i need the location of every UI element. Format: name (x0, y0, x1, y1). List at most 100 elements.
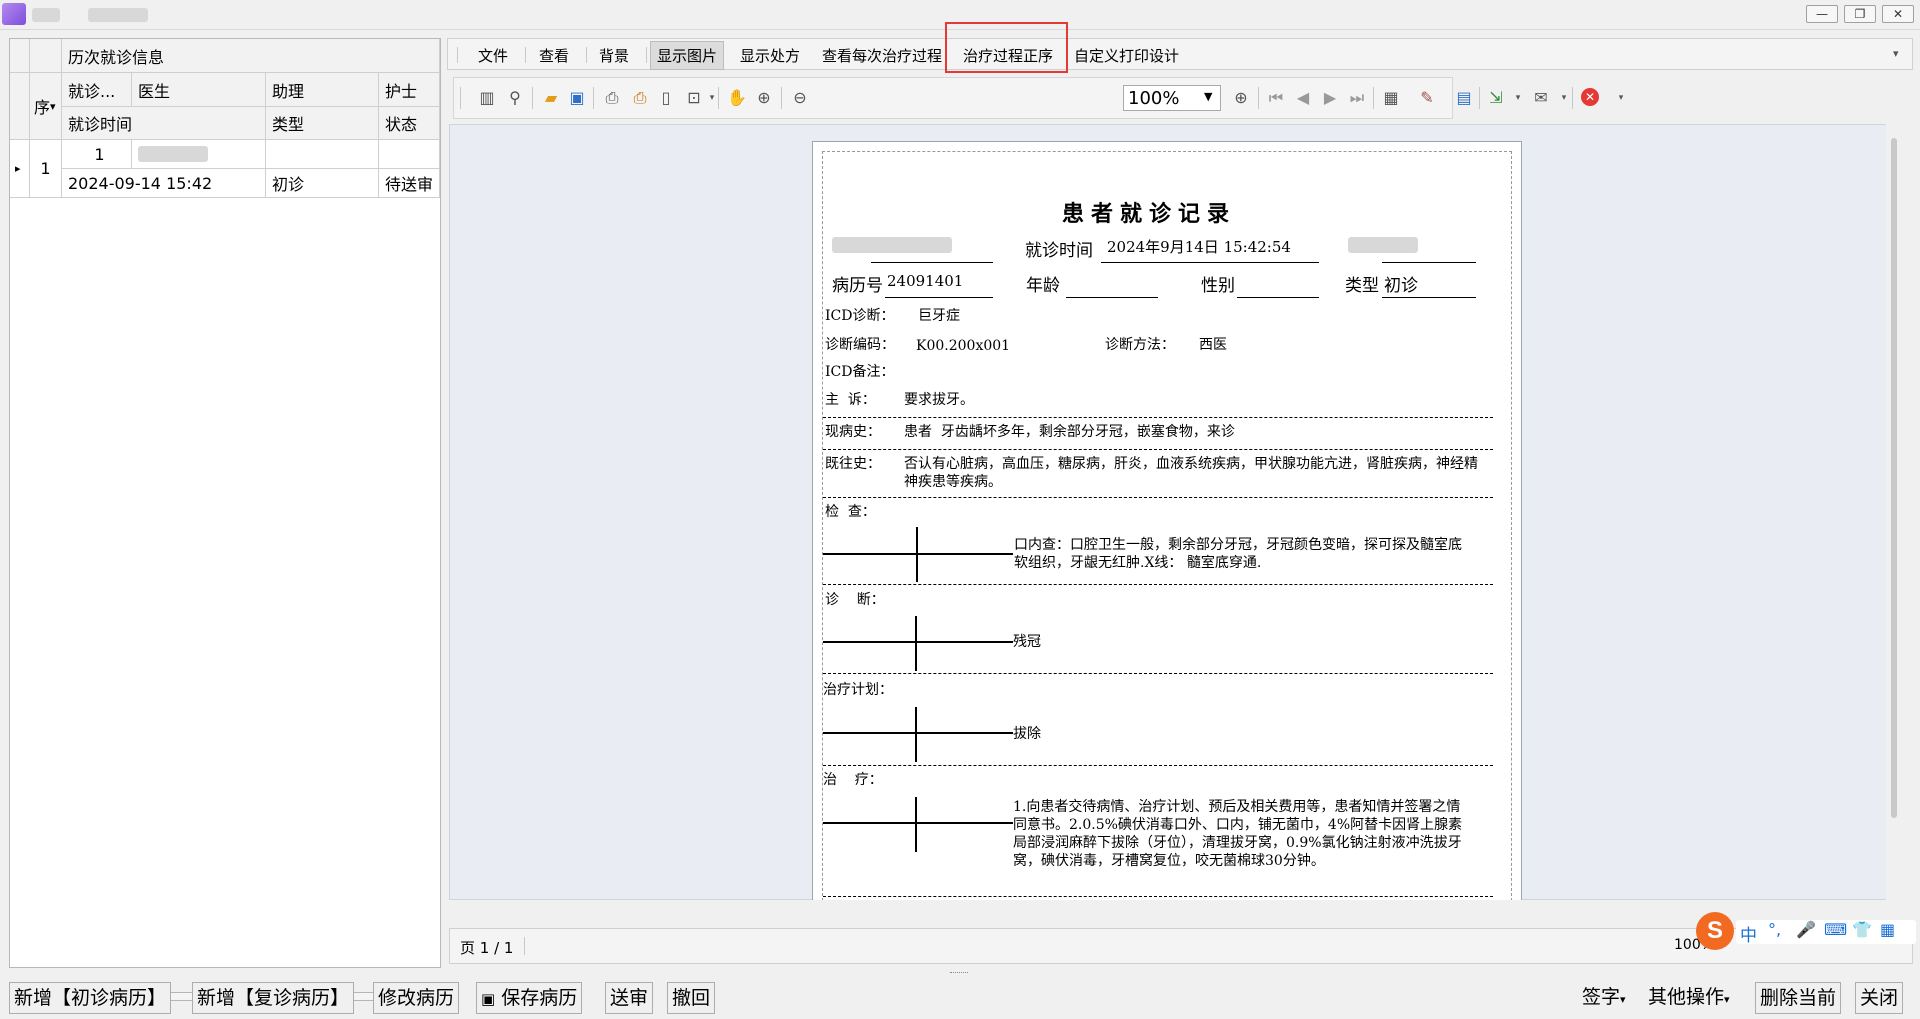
present-illness-value: 患者 牙齿龋坏多年，剩余部分牙冠，嵌塞食物，来诊 (904, 424, 1235, 440)
edit-record-button[interactable]: 修改病历 (373, 982, 460, 1014)
seq-header[interactable]: 序 ▾ (30, 73, 62, 140)
save-record-label: 保存病历 (501, 987, 578, 1009)
multi-page-icon[interactable]: ▦ (1381, 88, 1401, 108)
sign-menu-button[interactable]: 签字▾ (1578, 982, 1630, 1014)
row-type[interactable]: 初诊 (266, 169, 379, 198)
zoom-out-icon[interactable]: ⊖ (790, 88, 810, 108)
preview-vertical-scrollbar[interactable] (1886, 124, 1902, 900)
row-assistant[interactable] (266, 140, 379, 169)
close-button[interactable]: 关闭 (1855, 982, 1904, 1014)
menu-show-prescription[interactable]: 显示处方 (740, 45, 800, 66)
minimize-button[interactable]: — (1806, 5, 1838, 23)
next-page-icon[interactable]: ▶ (1320, 88, 1340, 108)
first-page-icon[interactable]: ⏮ (1266, 88, 1286, 108)
save-icon[interactable]: ▣ (567, 88, 587, 108)
save-icon: ▣ (481, 990, 496, 1008)
preview-horizontal-scrollbar[interactable] (449, 900, 1889, 918)
menu-view[interactable]: 查看 (539, 45, 569, 66)
menu-view-each-treatment[interactable]: 查看每次治疗过程 (822, 45, 942, 66)
ime-logo-icon[interactable]: S (1696, 912, 1734, 950)
col-visit-time[interactable]: 就诊时间 (62, 107, 266, 140)
open-icon[interactable]: ▰ (541, 88, 561, 108)
row-nurse[interactable] (379, 140, 440, 169)
dropdown-icon[interactable]: ▾ (1508, 88, 1528, 108)
diag-method-value: 西医 (1199, 337, 1227, 353)
punctuation-icon[interactable]: °, (1768, 920, 1781, 939)
redacted-field (1348, 237, 1418, 253)
dropdown-icon[interactable]: ▾ (1554, 88, 1574, 108)
keyboard-icon[interactable]: ⌨ (1824, 920, 1847, 939)
row-status[interactable]: 待送审 (379, 169, 440, 198)
tooth-chart-cross (823, 641, 1013, 643)
scroll-thumb[interactable] (1891, 138, 1897, 818)
magnifier-icon[interactable]: ⊕ (754, 88, 774, 108)
toolbar-separator (1479, 87, 1480, 109)
new-return-visit-button[interactable]: 新增【复诊病历】 (192, 982, 355, 1014)
col-doctor[interactable]: 医生 (132, 73, 266, 107)
row-visit-no[interactable]: 1 (62, 140, 132, 169)
export-icon[interactable]: ⇲ (1486, 88, 1506, 108)
layout-icon[interactable]: ▥ (477, 88, 497, 108)
hand-icon[interactable]: ✋ (727, 88, 747, 108)
close-preview-icon[interactable]: ✕ (1581, 88, 1599, 106)
watermark-icon[interactable]: ▤ (1454, 88, 1474, 108)
submit-review-button[interactable]: 送审 (605, 982, 654, 1014)
diagnosis-label: 诊 断： (825, 592, 885, 608)
find-icon[interactable]: ⚲ (505, 88, 525, 108)
close-window-button[interactable]: ✕ (1882, 5, 1914, 23)
col-assistant[interactable]: 助理 (266, 73, 379, 107)
record-no-value: 24091401 (887, 272, 964, 290)
microphone-icon[interactable]: 🎤 (1796, 920, 1816, 939)
other-actions-button[interactable]: 其他操作▾ (1644, 982, 1734, 1014)
row-seq[interactable]: 1 (30, 140, 62, 198)
skin-icon[interactable]: 👕 (1852, 920, 1872, 939)
prev-page-icon[interactable]: ◀ (1293, 88, 1313, 108)
row-visit-time[interactable]: 2024-09-14 15:42 (62, 169, 266, 198)
diag-method-label: 诊断方法： (1105, 337, 1175, 353)
grid-menu-icon[interactable]: ▦ (1880, 920, 1895, 939)
last-page-icon[interactable]: ⏭ (1347, 88, 1367, 108)
col-visit-no[interactable]: 就诊... (62, 73, 132, 107)
zoom-combobox[interactable]: 100% ▼ (1123, 85, 1221, 111)
splitter-handle[interactable] (0, 970, 1920, 976)
row-indicator-icon[interactable]: ▸ (10, 140, 30, 198)
highlight-box (945, 22, 1068, 73)
ime-toolbar[interactable]: S 中 °, 🎤 ⌨ 👕 ▦ (1696, 912, 1918, 952)
tooth-chart-cross (823, 553, 1013, 555)
save-record-button[interactable]: ▣ 保存病历 (476, 982, 583, 1014)
print-icon[interactable]: ⎙ (602, 88, 622, 108)
color-icon[interactable]: ✎ (1417, 88, 1437, 108)
quick-print-icon[interactable]: ⎙ (630, 88, 650, 108)
email-icon[interactable]: ✉ (1531, 88, 1551, 108)
complaint-value: 要求拔牙。 (904, 392, 974, 408)
delete-current-button[interactable]: 删除当前 (1755, 982, 1842, 1014)
chevron-down-icon[interactable]: ▼ (1204, 90, 1212, 103)
row-doctor[interactable] (132, 140, 266, 169)
menu-overflow-icon[interactable]: ▾ (1893, 47, 1899, 60)
restore-button[interactable]: ❐ (1844, 5, 1876, 23)
menu-file[interactable]: 文件 (478, 45, 508, 66)
col-status[interactable]: 状态 (379, 107, 440, 140)
menu-background[interactable]: 背景 (599, 45, 629, 66)
row-indicator-header (10, 73, 30, 140)
toolbar-separator (532, 87, 533, 109)
menu-custom-print-design[interactable]: 自定义打印设计 (1074, 45, 1179, 66)
scale-icon[interactable]: ⊡ (684, 88, 704, 108)
menu-separator (525, 47, 526, 63)
group-header: 历次就诊信息 (62, 39, 440, 73)
ime-mode[interactable]: 中 (1740, 921, 1757, 946)
treatment-value: 1.向患者交待病情、治疗计划、预后及相关费用等，患者知情并签署之情同意书。2.0… (1013, 799, 1463, 869)
menu-show-images[interactable]: 显示图片 (650, 41, 725, 70)
col-type[interactable]: 类型 (266, 107, 379, 140)
new-first-visit-button[interactable]: 新增【初诊病历】 (9, 982, 172, 1014)
col-nurse[interactable]: 护士 (379, 73, 440, 107)
withdraw-button[interactable]: 撤回 (667, 982, 716, 1014)
chevron-down-icon: ▾ (1724, 993, 1730, 1006)
dropdown-icon[interactable]: ▾ (702, 88, 722, 108)
zoom-in-icon[interactable]: ⊕ (1231, 88, 1251, 108)
page-setup-icon[interactable]: ▯ (656, 88, 676, 108)
toolbar-overflow-icon[interactable]: ▾ (1611, 88, 1631, 108)
section-divider (823, 673, 1493, 674)
tooth-chart-cross (915, 707, 917, 762)
field-line (1101, 262, 1319, 263)
